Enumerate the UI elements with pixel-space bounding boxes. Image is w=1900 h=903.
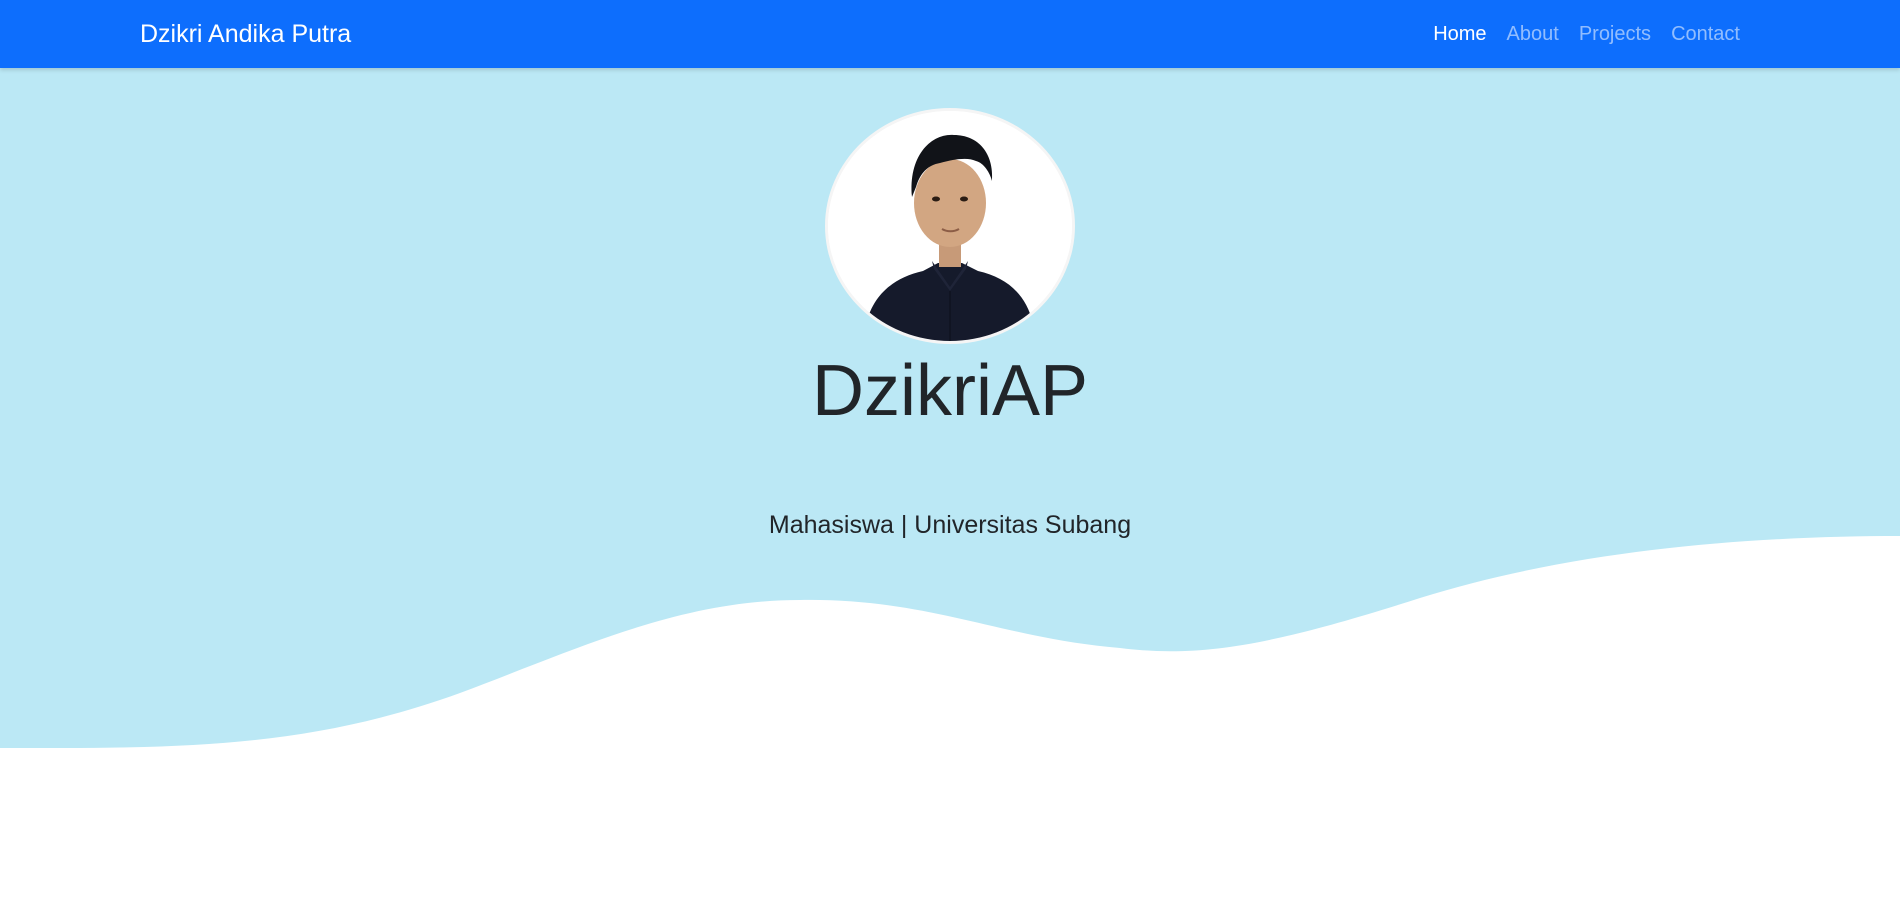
hero-section: DzikriAP Mahasiswa | Universitas Subang (0, 68, 1900, 903)
nav-link-projects[interactable]: Projects (1569, 0, 1661, 68)
navbar: Dzikri Andika Putra Home About Projects … (0, 0, 1900, 68)
profile-photo-icon (828, 111, 1072, 341)
nav-item-about: About (1497, 0, 1569, 68)
nav-item-contact: Contact (1661, 0, 1750, 68)
avatar (825, 108, 1075, 344)
nav-link-contact[interactable]: Contact (1661, 0, 1750, 68)
hero-title: DzikriAP (811, 351, 1088, 431)
hero-subtitle: Mahasiswa | Universitas Subang (768, 511, 1132, 539)
navbar-links: Home About Projects Contact (1423, 0, 1750, 68)
nav-item-home: Home (1423, 0, 1496, 68)
nav-item-projects: Projects (1569, 0, 1661, 68)
nav-link-home[interactable]: Home (1423, 0, 1496, 68)
nav-link-about[interactable]: About (1497, 0, 1569, 68)
navbar-brand[interactable]: Dzikri Andika Putra (140, 0, 351, 68)
